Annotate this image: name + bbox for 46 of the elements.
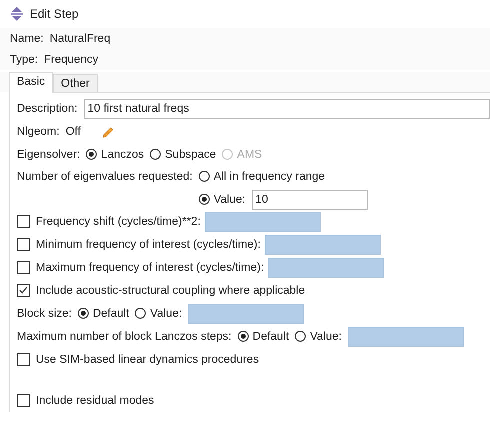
option-label: Default: [92, 308, 130, 320]
tab[interactable]: Other: [53, 74, 98, 92]
field-value: NaturalFreq: [50, 32, 111, 44]
input-field[interactable]: 10: [252, 190, 368, 210]
option-label: Value:: [214, 194, 246, 206]
checkbox-label: Maximum frequency of interest (cycles/time):: [36, 262, 264, 274]
checkbox[interactable]: [17, 238, 30, 251]
field-label: Maximum number of block Lanczos steps:: [17, 330, 232, 342]
option-label: Value:: [310, 330, 342, 342]
option-label: AMS: [237, 148, 262, 160]
radio-button[interactable]: [135, 308, 146, 319]
field-value: Frequency: [44, 54, 98, 66]
radio-button[interactable]: [238, 331, 249, 342]
checkbox-label: Frequency shift (cycles/time)**2:: [36, 216, 201, 228]
window-title: Edit Step: [30, 7, 79, 21]
description-field[interactable]: 10 first natural freqs: [84, 98, 490, 118]
field-value: Off: [66, 126, 81, 138]
radio-button[interactable]: [150, 149, 162, 160]
field-label: Description:: [17, 102, 78, 114]
field-label: Eigensolver:: [17, 148, 80, 160]
field-label: Nlgeom:: [17, 126, 60, 138]
option-label: Default: [252, 330, 290, 342]
tab[interactable]: Basic: [9, 72, 54, 93]
checkbox[interactable]: [17, 284, 30, 297]
checkbox-label: Include acoustic-structural coupling where applicable: [36, 284, 306, 296]
checkbox-label: Minimum frequency of interest (cycles/time):: [36, 238, 261, 250]
field-label: Block size:: [17, 308, 72, 320]
option-label: Subspace: [165, 148, 216, 160]
field-label: Number of eigenvalues requested:: [17, 170, 193, 182]
checkbox-label: Include residual modes: [36, 394, 154, 406]
radio-button[interactable]: [198, 194, 210, 205]
app-icon: [10, 7, 24, 21]
checkbox[interactable]: [17, 353, 30, 366]
option-label: All in frequency range: [214, 170, 326, 182]
field-label: Name:: [10, 32, 44, 44]
option-label: Lanczos: [101, 148, 144, 160]
radio-button[interactable]: [78, 308, 89, 319]
checkbox[interactable]: [17, 215, 30, 228]
checkbox-label: Use SIM-based linear dynamics procedures: [36, 354, 260, 366]
checkbox[interactable]: [17, 394, 30, 407]
radio-button[interactable]: [86, 149, 98, 160]
option-label: Value:: [150, 308, 182, 320]
radio-button[interactable]: [198, 171, 210, 182]
field-label: Type:: [10, 54, 38, 66]
checkbox[interactable]: [17, 261, 30, 274]
radio-button[interactable]: [295, 331, 306, 342]
